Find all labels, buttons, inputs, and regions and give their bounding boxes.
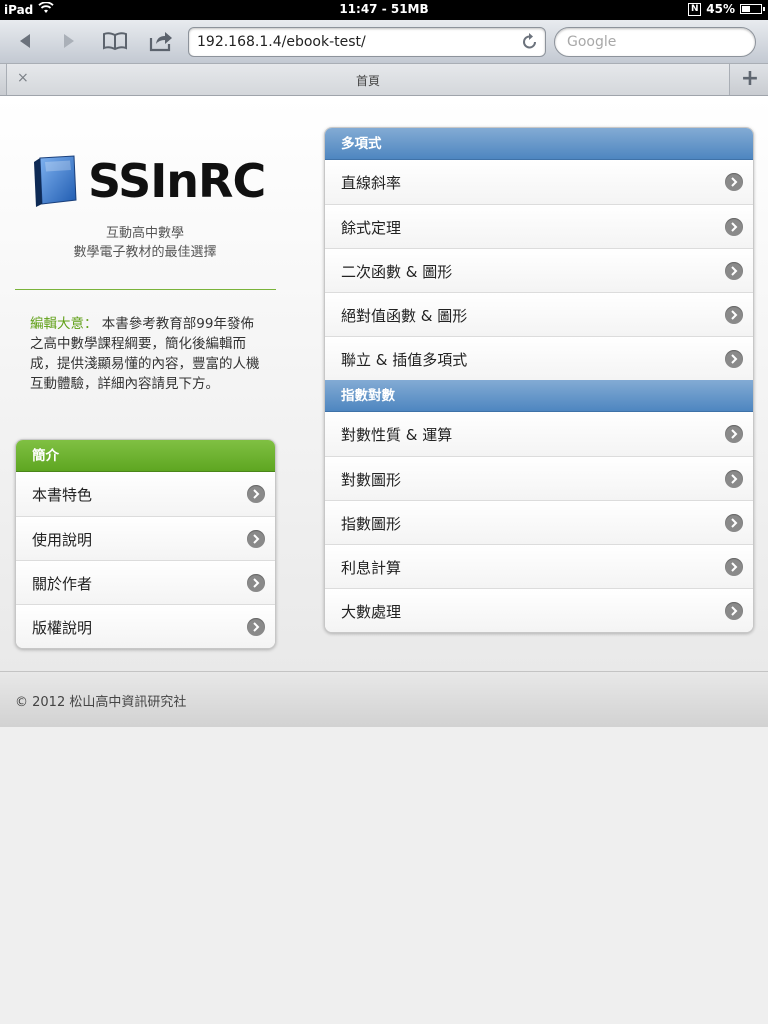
chapter-list: 多項式 直線斜率 餘式定理 二次函數 & 圖形 絕對值函數 & 圖形 聯立 & …: [324, 127, 754, 633]
chevron-right-icon: [725, 262, 743, 280]
forward-button[interactable]: [56, 28, 82, 54]
copyright-text: © 2012 松山高中資訊研究社: [15, 695, 187, 710]
chevron-right-icon: [725, 558, 743, 576]
battery-percent: 45%: [706, 2, 735, 16]
list-divider-exp-log: 指數對數: [325, 380, 753, 412]
list-item[interactable]: 大數處理: [325, 588, 753, 632]
list-item[interactable]: 聯立 & 插值多項式: [325, 336, 753, 380]
reload-icon[interactable]: [521, 32, 539, 56]
web-page: SSInRC 互動高中數學 數學電子教材的最佳選擇 編輯大意： 本書參考教育部9…: [0, 96, 768, 1024]
search-placeholder: Google: [567, 34, 617, 50]
site-logo: SSInRC: [30, 154, 266, 208]
tab-title: 首頁: [355, 74, 380, 88]
back-arrow-icon: [20, 34, 30, 48]
list-item[interactable]: 二次函數 & 圖形: [325, 248, 753, 292]
chevron-right-icon: [725, 602, 743, 620]
back-button[interactable]: [12, 28, 38, 54]
list-divider-intro: 簡介: [16, 440, 275, 472]
address-bar[interactable]: 192.168.1.4/ebook-test/: [188, 27, 546, 57]
chevron-right-icon: [725, 470, 743, 488]
page-footer: © 2012 松山高中資訊研究社: [0, 671, 768, 727]
list-item[interactable]: 本書特色: [16, 472, 275, 516]
tagline-line-2: 數學電子教材的最佳選擇: [73, 245, 217, 260]
chevron-right-icon: [725, 173, 743, 191]
status-bar: iPad 11:47 - 51MB N 45%: [0, 0, 768, 20]
address-url: 192.168.1.4/ebook-test/: [197, 34, 366, 50]
status-time: 11:47 - 51MB: [339, 2, 429, 16]
list-item[interactable]: 絕對值函數 & 圖形: [325, 292, 753, 336]
chevron-right-icon: [247, 485, 265, 503]
list-item[interactable]: 直線斜率: [325, 160, 753, 204]
list-item[interactable]: 關於作者: [16, 560, 275, 604]
list-item[interactable]: 指數圖形: [325, 500, 753, 544]
battery-icon: [740, 4, 765, 14]
tab-home[interactable]: × 首頁: [6, 64, 730, 95]
chevron-right-icon: [247, 574, 265, 592]
browser-toolbar: 192.168.1.4/ebook-test/ Google: [0, 20, 768, 64]
chevron-right-icon: [247, 618, 265, 636]
list-item[interactable]: 對數性質 & 運算: [325, 412, 753, 456]
tagline-line-1: 互動高中數學: [105, 226, 184, 241]
list-item[interactable]: 使用說明: [16, 516, 275, 560]
book-icon: [34, 155, 77, 207]
divider-line: [15, 289, 276, 290]
intro-list: 簡介 本書特色 使用說明 關於作者 版權說明: [15, 439, 276, 649]
new-tab-button[interactable]: +: [736, 66, 764, 94]
chevron-right-icon: [725, 425, 743, 443]
chevron-right-icon: [725, 514, 743, 532]
share-icon: [149, 32, 172, 52]
chevron-right-icon: [725, 350, 743, 368]
chevron-right-icon: [725, 218, 743, 236]
search-field[interactable]: Google: [554, 27, 756, 57]
intro-lead: 編輯大意：: [30, 316, 98, 332]
list-item[interactable]: 利息計算: [325, 544, 753, 588]
list-item[interactable]: 餘式定理: [325, 204, 753, 248]
chevron-right-icon: [725, 306, 743, 324]
notification-badge: N: [688, 2, 702, 16]
intro-paragraph: 編輯大意： 本書參考教育部99年發佈之高中數學課程綱要，簡化後編輯而成，提供淺顯…: [30, 314, 265, 394]
list-divider-polynomial: 多項式: [325, 128, 753, 160]
forward-arrow-icon: [64, 34, 74, 48]
list-item[interactable]: 對數圖形: [325, 456, 753, 500]
list-item[interactable]: 版權說明: [16, 604, 275, 648]
share-button[interactable]: [146, 28, 176, 54]
bookmarks-icon: [103, 32, 127, 51]
page-content: SSInRC 互動高中數學 數學電子教材的最佳選擇 編輯大意： 本書參考教育部9…: [0, 96, 768, 671]
tagline: 互動高中數學 數學電子教材的最佳選擇: [15, 224, 275, 262]
tab-bar: × 首頁 +: [0, 64, 768, 96]
brand-name: SSInRC: [88, 154, 266, 208]
chevron-right-icon: [247, 530, 265, 548]
bookmarks-button[interactable]: [100, 28, 130, 54]
